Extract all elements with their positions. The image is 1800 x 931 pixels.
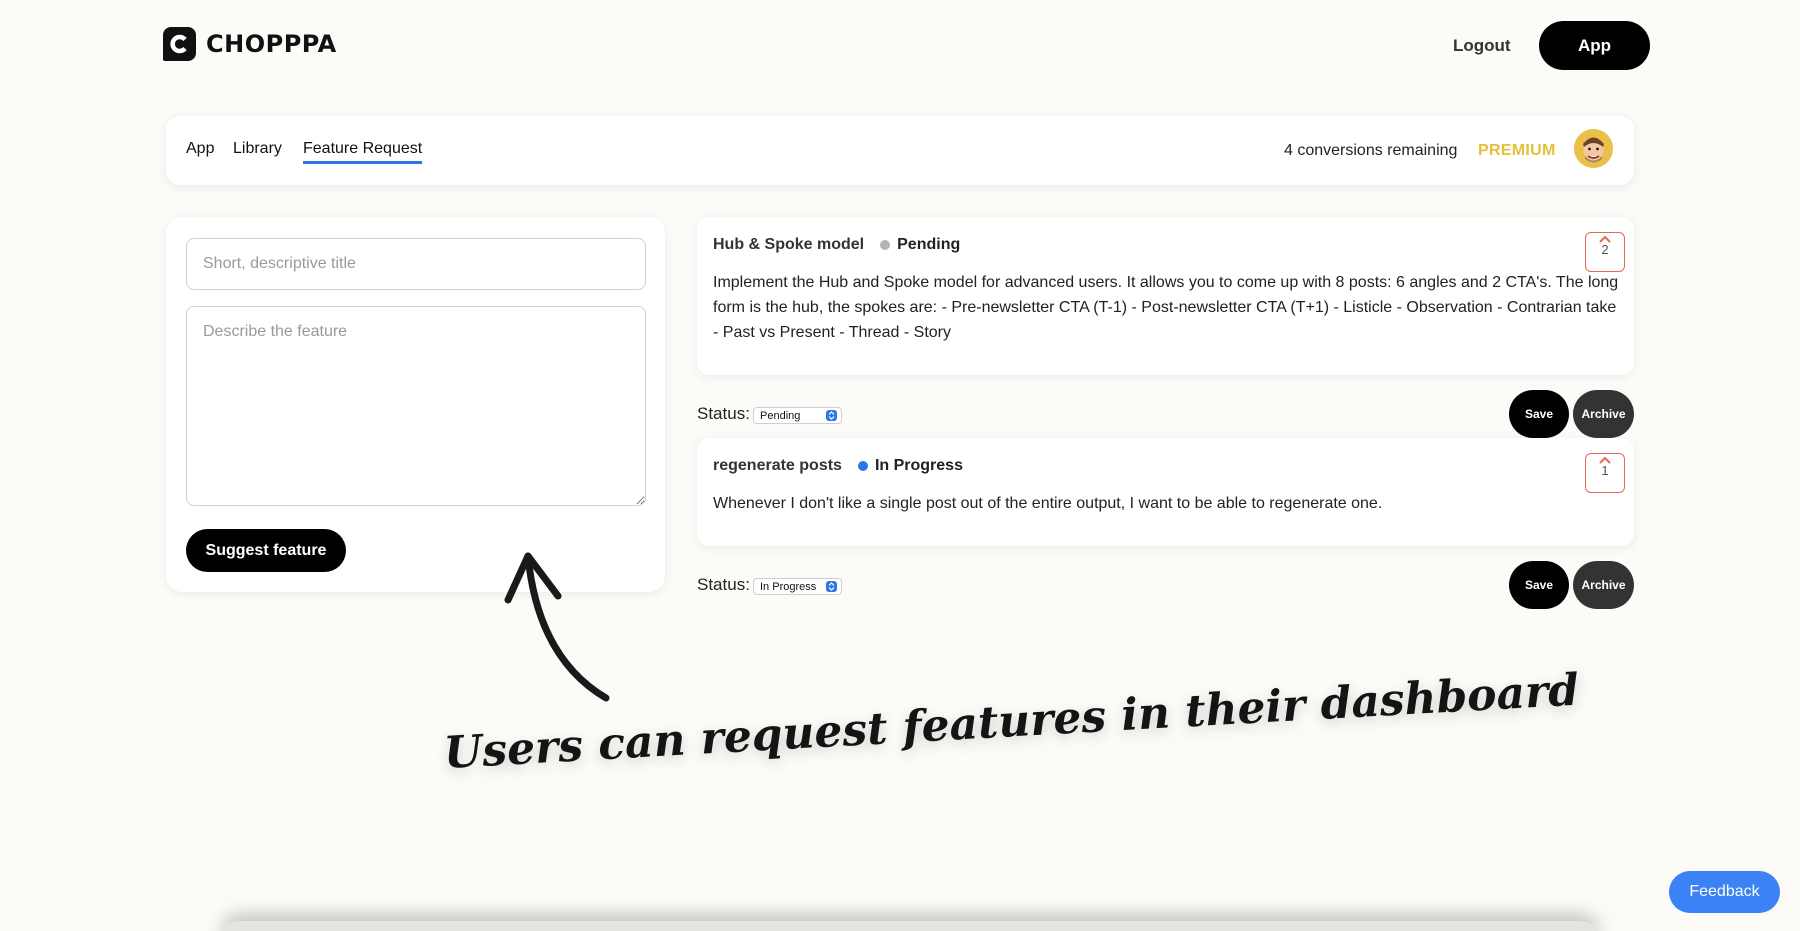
chopppa-logo-icon (163, 27, 196, 61)
save-button[interactable]: Save (1509, 390, 1569, 438)
status-badge: In Progress (857, 457, 963, 475)
brand-name: CHOPPPA (206, 30, 337, 58)
feature-title: regenerate posts (713, 457, 842, 474)
status-label: Status: (697, 404, 750, 423)
logout-link[interactable]: Logout (1453, 36, 1511, 56)
save-button[interactable]: Save (1509, 561, 1569, 609)
status-row: Status: In Progress Save Archive (697, 561, 1634, 609)
feature-card: regenerate posts In Progress Whenever I … (697, 438, 1634, 546)
conversions-remaining: 4 conversions remaining (1284, 142, 1458, 159)
vote-count: 2 (1601, 242, 1609, 257)
select-arrows-icon (826, 410, 837, 421)
feature-description: Implement the Hub and Spoke model for ad… (713, 274, 1619, 341)
tab-app[interactable]: App (186, 140, 214, 158)
vote-count: 1 (1601, 463, 1609, 478)
status-badge: Pending (880, 236, 960, 254)
feature-header: Hub & Spoke model Pending (713, 236, 960, 254)
status-dot-icon (857, 461, 868, 471)
select-arrows-icon (826, 581, 837, 592)
avatar[interactable] (1574, 129, 1613, 168)
upvote-button[interactable]: 2 (1585, 232, 1625, 272)
feedback-button[interactable]: Feedback (1669, 871, 1780, 913)
app-button[interactable]: App (1539, 21, 1650, 70)
status-dot-icon (880, 240, 891, 250)
suggest-feature-form: Suggest feature (166, 217, 665, 592)
status-label: Status: (697, 575, 750, 594)
tab-library[interactable]: Library (233, 140, 282, 158)
feature-description: Whenever I don't like a single post out … (713, 495, 1383, 512)
feature-header: regenerate posts In Progress (713, 457, 963, 475)
plan-badge: PREMIUM (1478, 142, 1556, 159)
feature-card: Hub & Spoke model Pending Implement the … (697, 217, 1634, 375)
dashboard-nav: App Library Feature Request 4 conversion… (166, 116, 1634, 185)
archive-button[interactable]: Archive (1573, 561, 1634, 609)
tab-feature-request[interactable]: Feature Request (303, 140, 423, 164)
annotation-arrow-icon (504, 552, 610, 702)
upvote-button[interactable]: 1 (1585, 453, 1625, 493)
suggest-feature-button[interactable]: Suggest feature (186, 529, 346, 572)
status-select-value: In Progress (760, 580, 817, 593)
avatar-face-icon (1574, 129, 1613, 168)
status-text: In Progress (874, 457, 963, 474)
status-select-value: Pending (760, 409, 801, 422)
status-select[interactable]: Pending (753, 407, 842, 424)
feature-title-input[interactable] (186, 238, 646, 290)
status-row: Status: Pending Save Archive (697, 390, 1634, 438)
status-select[interactable]: In Progress (753, 578, 842, 595)
status-text: Pending (897, 236, 961, 253)
feature-title: Hub & Spoke model (713, 236, 865, 253)
brand-logo[interactable]: CHOPPPA (163, 27, 337, 61)
feature-description-input[interactable] (186, 306, 646, 506)
bottom-panel-edge (220, 921, 1600, 931)
archive-button[interactable]: Archive (1573, 390, 1634, 438)
